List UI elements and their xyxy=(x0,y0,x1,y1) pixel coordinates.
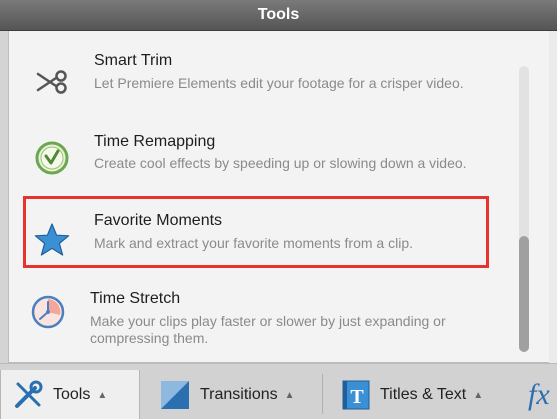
title-bar: Tools xyxy=(0,0,557,31)
tool-description-line2: compressing them. xyxy=(90,330,209,346)
stopwatch-icon xyxy=(31,295,65,329)
tools-window: Tools Smart Trim Let Premiere Elements e… xyxy=(0,0,557,419)
tool-title: Time Stretch xyxy=(90,290,181,307)
tool-description: Let Premiere Elements edit your footage … xyxy=(94,75,464,91)
tab-tools[interactable]: Tools ▲ xyxy=(0,370,140,419)
tab-titles-text[interactable]: T Titles & Text ▲ xyxy=(342,370,512,419)
scrollbar-thumb[interactable] xyxy=(519,236,529,352)
clock-icon xyxy=(35,141,69,175)
transitions-icon xyxy=(161,381,189,409)
tab-caret-icon: ▲ xyxy=(97,389,108,401)
tools-icon xyxy=(15,380,43,408)
tool-title: Time Remapping xyxy=(94,133,216,150)
tab-caret-icon: ▲ xyxy=(284,389,295,401)
highlight-annotation xyxy=(23,196,489,268)
tab-label: Transitions xyxy=(200,386,278,403)
tool-item-time-stretch[interactable]: Time Stretch Make your clips play faster… xyxy=(20,288,525,350)
panel-edge xyxy=(549,31,557,363)
scissors-icon xyxy=(36,70,67,94)
titles-text-icon: T xyxy=(342,380,370,410)
tool-description-line1: Make your clips play faster or slower by… xyxy=(90,313,446,329)
tab-effects[interactable]: fx xyxy=(528,370,557,419)
tool-item-time-remapping[interactable]: Time Remapping Create cool effects by sp… xyxy=(20,130,525,192)
svg-text:T: T xyxy=(350,386,364,408)
tab-transitions[interactable]: Transitions ▲ xyxy=(160,370,310,419)
tool-title: Smart Trim xyxy=(94,52,173,69)
tool-item-smart-trim[interactable]: Smart Trim Let Premiere Elements edit yo… xyxy=(20,50,525,112)
tab-caret-icon: ▲ xyxy=(473,389,484,401)
tab-divider xyxy=(322,374,323,414)
tool-description: Create cool effects by speeding up or sl… xyxy=(94,155,467,171)
tab-bar: Tools ▲ Transitions ▲ T Titles & Text ▲ … xyxy=(0,363,557,419)
effects-icon: fx xyxy=(528,378,550,411)
tab-label: Tools xyxy=(53,386,91,403)
tab-label: Titles & Text xyxy=(380,386,467,403)
window-title: Tools xyxy=(257,6,300,23)
